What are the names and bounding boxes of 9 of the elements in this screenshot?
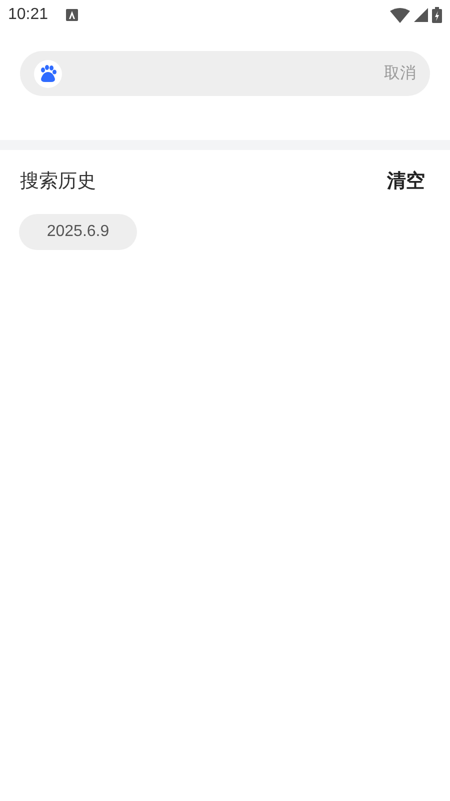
paw-logo-icon [34,60,62,88]
wifi-icon [390,8,410,22]
section-title: 搜索历史 [20,170,96,194]
notification-icon [66,9,78,21]
clear-button[interactable]: 清空 [387,168,425,194]
history-chip[interactable]: 2025.6.9 [19,214,137,250]
battery-icon [432,7,442,23]
signal-icon [414,8,428,22]
status-time: 10:21 [8,6,48,24]
